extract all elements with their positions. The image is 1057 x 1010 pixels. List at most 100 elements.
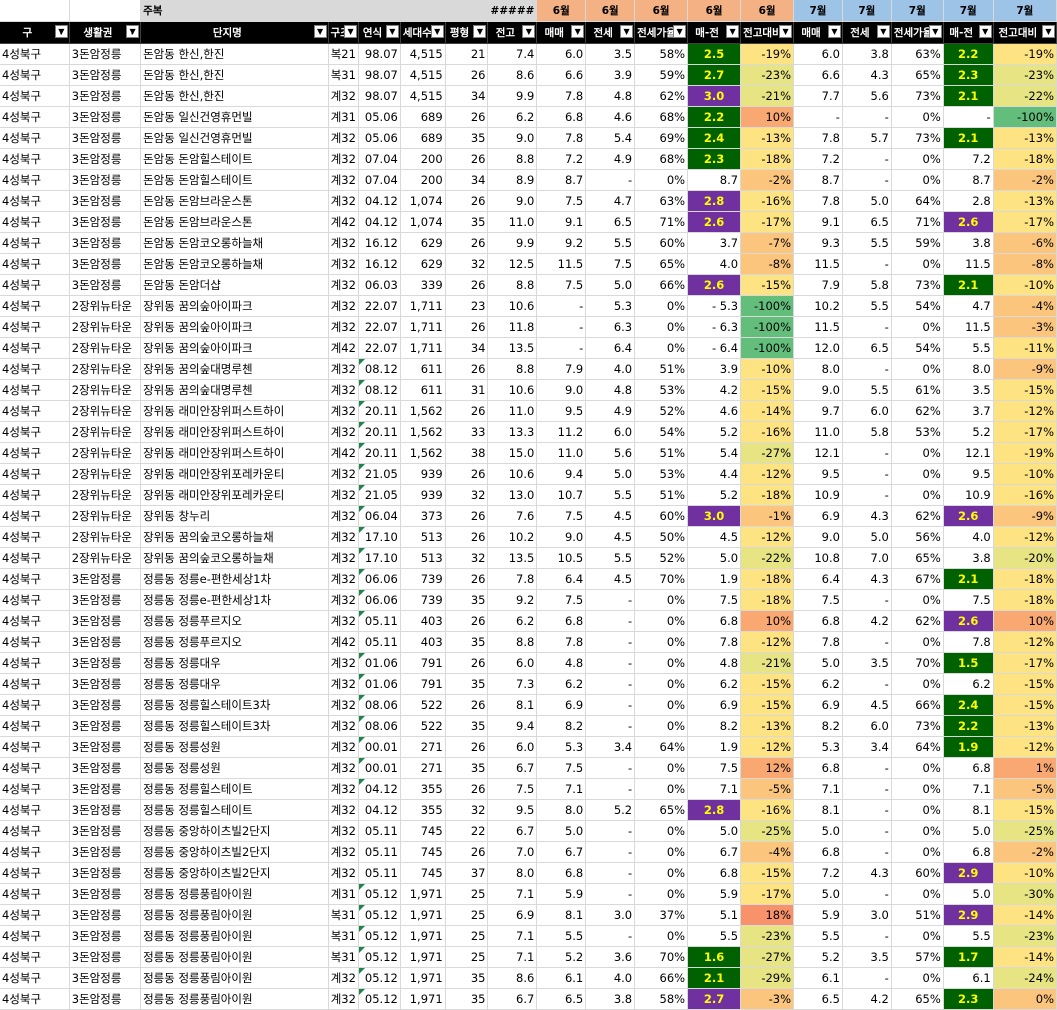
cell-gap[interactable]: 2.8: [687, 799, 742, 821]
cell-complex[interactable]: 정릉동 정릉풍림아이원: [140, 883, 329, 905]
cell-prev-high[interactable]: 7.3: [487, 673, 538, 695]
cell-vs-high[interactable]: -10%: [993, 862, 1057, 884]
cell-jeonse[interactable]: -: [842, 148, 892, 170]
cell-pyeong[interactable]: 35: [445, 715, 489, 737]
cell-vs-high[interactable]: -22%: [740, 547, 795, 569]
cell-vs-high[interactable]: -15%: [740, 862, 795, 884]
cell-year[interactable]: 20.11: [358, 421, 401, 443]
cell-jeonse-ratio[interactable]: 69%: [634, 127, 689, 149]
cell-sale[interactable]: 11.2: [536, 421, 587, 443]
cell-gap[interactable]: 2.1: [943, 274, 994, 296]
cell-year[interactable]: 05.12: [358, 988, 401, 1010]
cell-jeonse[interactable]: -: [585, 652, 636, 674]
cell-sale[interactable]: 6.9: [536, 694, 587, 716]
cell-jeonse-ratio[interactable]: 0%: [891, 358, 944, 380]
cell-vs-high[interactable]: -18%: [993, 148, 1057, 170]
cell-vs-high[interactable]: -20%: [993, 547, 1057, 569]
cell-structure[interactable]: 계32: [328, 253, 360, 275]
cell-gu[interactable]: 4성북구: [0, 967, 70, 989]
cell-complex[interactable]: 돈암동 돈암코오롱하늘채: [140, 253, 329, 275]
cell-vs-high[interactable]: -4%: [740, 841, 795, 863]
cell-vs-high[interactable]: -12%: [740, 736, 795, 758]
cell-vs-high[interactable]: -16%: [740, 421, 795, 443]
cell-jeonse-ratio[interactable]: 0%: [891, 967, 944, 989]
cell-zone[interactable]: 3돈암정릉: [69, 694, 142, 716]
cell-pyeong[interactable]: 21: [445, 43, 489, 65]
cell-structure[interactable]: 계32: [328, 841, 360, 863]
cell-zone[interactable]: 2장위뉴타운: [69, 442, 142, 464]
cell-year[interactable]: 05.12: [358, 904, 401, 926]
cell-sale[interactable]: 9.0: [536, 526, 587, 548]
cell-jeonse-ratio[interactable]: 51%: [634, 442, 689, 464]
cell-jeonse[interactable]: -: [842, 442, 892, 464]
cell-sale[interactable]: 7.1: [793, 778, 843, 800]
cell-vs-high[interactable]: -5%: [740, 778, 795, 800]
cell-sale[interactable]: 6.0: [536, 43, 587, 65]
cell-gap[interactable]: 5.1: [687, 904, 742, 926]
cell-jeonse-ratio[interactable]: 62%: [891, 505, 944, 527]
cell-gap[interactable]: 8.7: [943, 169, 994, 191]
cell-gap[interactable]: 9.5: [943, 463, 994, 485]
cell-households[interactable]: 629: [400, 253, 446, 275]
cell-gu[interactable]: 4성북구: [0, 673, 70, 695]
cell-jeonse-ratio[interactable]: 37%: [634, 904, 689, 926]
cell-jeonse[interactable]: -: [842, 358, 892, 380]
cell-households[interactable]: 1,711: [400, 295, 446, 317]
cell-sale[interactable]: -: [793, 106, 843, 128]
cell-complex[interactable]: 장위동 래미안장위퍼스트하이: [140, 421, 329, 443]
cell-vs-high[interactable]: -13%: [740, 127, 795, 149]
cell-zone[interactable]: 3돈암정릉: [69, 673, 142, 695]
cell-pyeong[interactable]: 26: [445, 274, 489, 296]
cell-jeonse[interactable]: -: [585, 883, 636, 905]
cell-sale[interactable]: 9.4: [536, 463, 587, 485]
cell-jeonse[interactable]: -: [585, 673, 636, 695]
cell-gap[interactable]: 6.7: [687, 841, 742, 863]
cell-prev-high[interactable]: 6.7: [487, 988, 538, 1010]
cell-gap[interactable]: 3.5: [943, 379, 994, 401]
cell-jeonse-ratio[interactable]: 0%: [634, 757, 689, 779]
cell-prev-high[interactable]: 8.6: [487, 64, 538, 86]
cell-year[interactable]: 06.06: [358, 568, 401, 590]
cell-zone[interactable]: 3돈암정릉: [69, 43, 142, 65]
cell-gap[interactable]: 2.6: [687, 211, 742, 233]
cell-year[interactable]: 06.04: [358, 505, 401, 527]
filter-dropdown-icon[interactable]: ▼: [928, 25, 942, 38]
cell-jeonse[interactable]: 3.5: [585, 43, 636, 65]
cell-households[interactable]: 1,711: [400, 337, 446, 359]
cell-vs-high[interactable]: -18%: [993, 589, 1057, 611]
cell-gap[interactable]: 7.5: [687, 589, 742, 611]
cell-jeonse[interactable]: -: [842, 925, 892, 947]
cell-gap[interactable]: 5.5: [943, 337, 994, 359]
cell-jeonse-ratio[interactable]: 73%: [891, 715, 944, 737]
filter-dropdown-icon[interactable]: ▼: [726, 25, 740, 38]
cell-jeonse[interactable]: -: [585, 589, 636, 611]
cell-jeonse[interactable]: -: [842, 169, 892, 191]
cell-zone[interactable]: 2장위뉴타운: [69, 463, 142, 485]
cell-complex[interactable]: 정릉동 정릉풍림아이원: [140, 967, 329, 989]
cell-households[interactable]: 200: [400, 169, 446, 191]
cell-vs-high[interactable]: -18%: [740, 484, 795, 506]
cell-sale[interactable]: 9.7: [793, 400, 843, 422]
cell-complex[interactable]: 정릉동 정릉풍림아이원: [140, 946, 329, 968]
cell-year[interactable]: 05.11: [358, 820, 401, 842]
cell-pyeong[interactable]: 32: [445, 253, 489, 275]
cell-pyeong[interactable]: 34: [445, 85, 489, 107]
cell-jeonse[interactable]: 3.4: [842, 736, 892, 758]
cell-jeonse[interactable]: -: [585, 715, 636, 737]
cell-sale[interactable]: 8.2: [536, 715, 587, 737]
cell-gap[interactable]: 2.6: [943, 211, 994, 233]
cell-pyeong[interactable]: 25: [445, 904, 489, 926]
cell-jeonse-ratio[interactable]: 51%: [891, 904, 944, 926]
cell-year[interactable]: 08.06: [358, 694, 401, 716]
cell-jeonse-ratio[interactable]: 57%: [891, 946, 944, 968]
cell-jeonse[interactable]: 5.5: [842, 379, 892, 401]
cell-pyeong[interactable]: 35: [445, 631, 489, 653]
cell-households[interactable]: 745: [400, 862, 446, 884]
cell-structure[interactable]: 계32: [328, 757, 360, 779]
cell-sale[interactable]: 5.0: [793, 820, 843, 842]
cell-gap[interactable]: 10.9: [943, 484, 994, 506]
cell-prev-high[interactable]: 8.8: [487, 148, 538, 170]
cell-jeonse[interactable]: 4.3: [842, 64, 892, 86]
cell-pyeong[interactable]: 32: [445, 484, 489, 506]
cell-prev-high[interactable]: 6.7: [487, 820, 538, 842]
